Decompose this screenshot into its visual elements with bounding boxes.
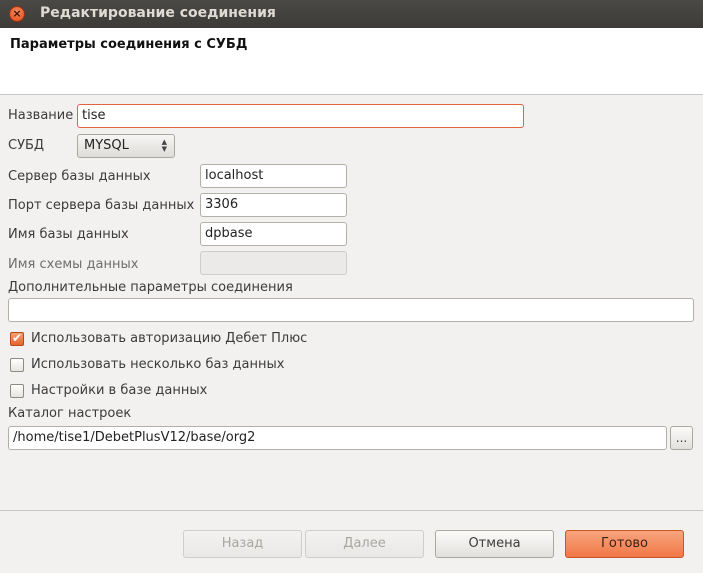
settings-db-checkbox[interactable]: [10, 384, 24, 398]
server-input[interactable]: localhost: [200, 164, 347, 188]
close-icon[interactable]: ×: [9, 6, 25, 22]
dbms-select[interactable]: MYSQL ▲ ▼: [77, 134, 175, 158]
dbms-select-value: MYSQL: [84, 138, 129, 153]
catalog-label: Каталог настроек: [8, 406, 132, 421]
schema-input: [200, 251, 347, 275]
schema-label: Имя схемы данных: [8, 257, 139, 272]
back-button[interactable]: Назад: [183, 530, 302, 558]
port-input[interactable]: 3306: [200, 193, 347, 217]
use-auth-label[interactable]: Использовать авторизацию Дебет Плюс: [31, 331, 307, 346]
extra-params-label: Дополнительные параметры соединения: [8, 280, 293, 295]
title-bar: × Редактирование соединения: [0, 0, 703, 28]
catalog-input[interactable]: /home/tise1/DebetPlusV12/base/org2: [8, 426, 667, 450]
window-title: Редактирование соединения: [40, 5, 276, 21]
footer-divider: [0, 510, 703, 511]
spin-arrows-icon: ▲ ▼: [161, 138, 167, 153]
finish-button[interactable]: Готово: [565, 530, 684, 558]
extra-params-input[interactable]: [8, 298, 694, 322]
header-divider: [0, 94, 703, 95]
server-label: Сервер базы данных: [8, 169, 151, 184]
multi-db-label[interactable]: Использовать несколько баз данных: [31, 357, 284, 372]
wizard-header: Параметры соединения с СУБД: [0, 28, 703, 94]
multi-db-checkbox[interactable]: [10, 358, 24, 372]
port-label: Порт сервера базы данных: [8, 198, 195, 213]
settings-db-label[interactable]: Настройки в базе данных: [31, 383, 207, 398]
use-auth-checkbox[interactable]: [10, 331, 24, 346]
browse-button[interactable]: ...: [670, 426, 693, 450]
dbname-label: Имя базы данных: [8, 227, 129, 242]
dbms-label: СУБД: [8, 138, 45, 153]
name-input[interactable]: tise: [77, 104, 524, 128]
name-label: Название: [8, 108, 74, 123]
cancel-button[interactable]: Отмена: [435, 530, 554, 558]
page-title: Параметры соединения с СУБД: [10, 37, 248, 52]
next-button[interactable]: Далее: [305, 530, 424, 558]
dbname-input[interactable]: dpbase: [200, 222, 347, 246]
